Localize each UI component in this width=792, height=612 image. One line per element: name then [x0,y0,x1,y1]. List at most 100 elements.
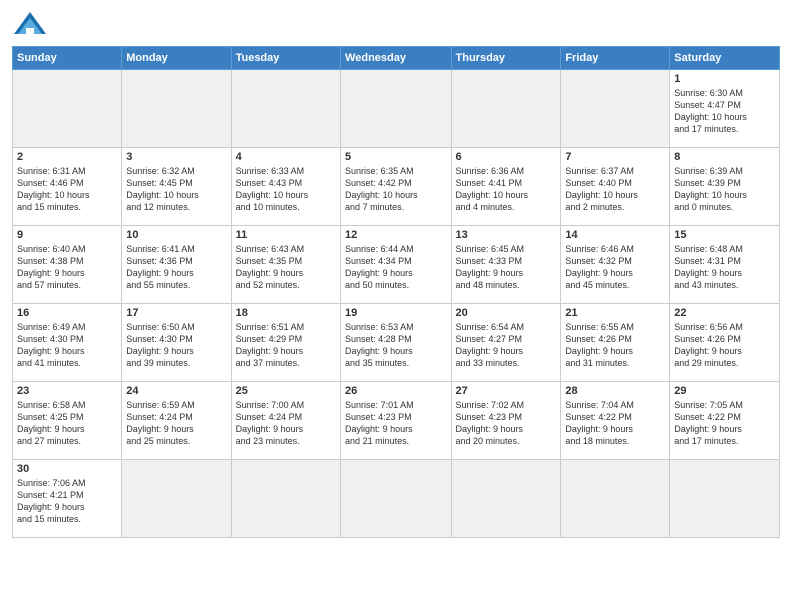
day-cell: 13 Sunrise: 6:45 AM Sunset: 4:33 PM Dayli… [451,226,561,304]
week-row-2: 9Sunrise: 6:40 AM Sunset: 4:38 PM Daylig… [13,226,780,304]
page: SundayMondayTuesdayWednesdayThursdayFrid… [0,0,792,612]
weekday-row: SundayMondayTuesdayWednesdayThursdayFrid… [13,47,780,70]
day-number: 30 [17,463,117,475]
day-number: 7 [565,151,665,163]
day-cell: 25 Sunrise: 7:00 AM Sunset: 4:24 PM Dayli… [231,382,340,460]
header [12,10,780,38]
day-info: Sunrise: 6:56 AM Sunset: 4:26 PM Dayligh… [674,321,775,370]
day-number: 12 [345,229,446,241]
day-cell: 6 Sunrise: 6:36 AM Sunset: 4:41 PM Daylig… [451,148,561,226]
day-info: Sunrise: 6:35 AM Sunset: 4:42 PM Dayligh… [345,165,446,214]
weekday-header-sunday: Sunday [13,47,122,70]
day-info: Sunrise: 6:36 AM Sunset: 4:41 PM Dayligh… [456,165,557,214]
week-row-5: 30Sunrise: 7:06 AM Sunset: 4:21 PM Dayli… [13,460,780,538]
day-cell: 24Sunrise: 6:59 AM Sunset: 4:24 PM Dayli… [122,382,231,460]
day-info: Sunrise: 6:58 AM Sunset: 4:25 PM Dayligh… [17,399,117,448]
day-number: 29 [674,385,775,397]
day-number: 3 [126,151,226,163]
day-cell: 1Sunrise: 6:30 AM Sunset: 4:47 PM Daylig… [670,70,780,148]
weekday-header-thursday: Thursday [451,47,561,70]
day-cell: 26 Sunrise: 7:01 AM Sunset: 4:23 PM Dayli… [341,382,451,460]
day-number: 14 [565,229,665,241]
day-cell: 22 Sunrise: 6:56 AM Sunset: 4:26 PM Dayli… [670,304,780,382]
day-cell: 8 Sunrise: 6:39 AM Sunset: 4:39 PM Daylig… [670,148,780,226]
day-info: Sunrise: 6:31 AM Sunset: 4:46 PM Dayligh… [17,165,117,214]
calendar: SundayMondayTuesdayWednesdayThursdayFrid… [12,46,780,538]
day-number: 27 [456,385,557,397]
weekday-header-friday: Friday [561,47,670,70]
day-number: 18 [236,307,336,319]
day-cell: 21Sunrise: 6:55 AM Sunset: 4:26 PM Dayli… [561,304,670,382]
day-number: 9 [17,229,117,241]
day-number: 2 [17,151,117,163]
day-info: Sunrise: 6:49 AM Sunset: 4:30 PM Dayligh… [17,321,117,370]
day-number: 16 [17,307,117,319]
logo [12,10,52,38]
day-cell: 18 Sunrise: 6:51 AM Sunset: 4:29 PM Dayli… [231,304,340,382]
day-number: 5 [345,151,446,163]
day-info: Sunrise: 6:39 AM Sunset: 4:39 PM Dayligh… [674,165,775,214]
day-number: 19 [345,307,446,319]
day-cell: 4Sunrise: 6:33 AM Sunset: 4:43 PM Daylig… [231,148,340,226]
day-number: 8 [674,151,775,163]
day-cell [122,70,231,148]
week-row-0: 1Sunrise: 6:30 AM Sunset: 4:47 PM Daylig… [13,70,780,148]
day-cell: 29 Sunrise: 7:05 AM Sunset: 4:22 PM Dayli… [670,382,780,460]
day-cell: 23 Sunrise: 6:58 AM Sunset: 4:25 PM Dayli… [13,382,122,460]
day-number: 6 [456,151,557,163]
day-cell: 17 Sunrise: 6:50 AM Sunset: 4:30 PM Dayli… [122,304,231,382]
day-info: Sunrise: 7:01 AM Sunset: 4:23 PM Dayligh… [345,399,446,448]
day-cell: 16 Sunrise: 6:49 AM Sunset: 4:30 PM Dayli… [13,304,122,382]
day-info: Sunrise: 6:44 AM Sunset: 4:34 PM Dayligh… [345,243,446,292]
day-cell [231,70,340,148]
day-cell: 20 Sunrise: 6:54 AM Sunset: 4:27 PM Dayli… [451,304,561,382]
day-number: 20 [456,307,557,319]
week-row-3: 16 Sunrise: 6:49 AM Sunset: 4:30 PM Dayli… [13,304,780,382]
day-info: Sunrise: 6:54 AM Sunset: 4:27 PM Dayligh… [456,321,557,370]
day-info: Sunrise: 6:33 AM Sunset: 4:43 PM Dayligh… [236,165,336,214]
day-cell: 2 Sunrise: 6:31 AM Sunset: 4:46 PM Daylig… [13,148,122,226]
day-cell: 19Sunrise: 6:53 AM Sunset: 4:28 PM Dayli… [341,304,451,382]
day-info: Sunrise: 7:02 AM Sunset: 4:23 PM Dayligh… [456,399,557,448]
day-info: Sunrise: 7:05 AM Sunset: 4:22 PM Dayligh… [674,399,775,448]
day-number: 13 [456,229,557,241]
weekday-header-tuesday: Tuesday [231,47,340,70]
weekday-header-saturday: Saturday [670,47,780,70]
day-cell [122,460,231,538]
day-cell: 7Sunrise: 6:37 AM Sunset: 4:40 PM Daylig… [561,148,670,226]
day-info: Sunrise: 6:50 AM Sunset: 4:30 PM Dayligh… [126,321,226,370]
day-number: 22 [674,307,775,319]
day-number: 17 [126,307,226,319]
day-cell: 14 Sunrise: 6:46 AM Sunset: 4:32 PM Dayli… [561,226,670,304]
day-cell [231,460,340,538]
day-cell: 12 Sunrise: 6:44 AM Sunset: 4:34 PM Dayli… [341,226,451,304]
day-cell: 9Sunrise: 6:40 AM Sunset: 4:38 PM Daylig… [13,226,122,304]
day-number: 15 [674,229,775,241]
weekday-header-monday: Monday [122,47,231,70]
day-info: Sunrise: 6:51 AM Sunset: 4:29 PM Dayligh… [236,321,336,370]
day-number: 23 [17,385,117,397]
day-info: Sunrise: 7:04 AM Sunset: 4:22 PM Dayligh… [565,399,665,448]
logo-icon [12,10,48,38]
day-cell: 30Sunrise: 7:06 AM Sunset: 4:21 PM Dayli… [13,460,122,538]
day-cell [13,70,122,148]
day-cell [451,460,561,538]
calendar-body: 1Sunrise: 6:30 AM Sunset: 4:47 PM Daylig… [13,70,780,538]
weekday-header-wednesday: Wednesday [341,47,451,70]
day-info: Sunrise: 7:00 AM Sunset: 4:24 PM Dayligh… [236,399,336,448]
day-cell: 11Sunrise: 6:43 AM Sunset: 4:35 PM Dayli… [231,226,340,304]
day-number: 28 [565,385,665,397]
day-info: Sunrise: 6:45 AM Sunset: 4:33 PM Dayligh… [456,243,557,292]
day-number: 25 [236,385,336,397]
day-cell [670,460,780,538]
day-cell: 3 Sunrise: 6:32 AM Sunset: 4:45 PM Daylig… [122,148,231,226]
day-number: 10 [126,229,226,241]
day-cell [451,70,561,148]
day-number: 26 [345,385,446,397]
day-info: Sunrise: 6:55 AM Sunset: 4:26 PM Dayligh… [565,321,665,370]
day-number: 11 [236,229,336,241]
day-info: Sunrise: 6:46 AM Sunset: 4:32 PM Dayligh… [565,243,665,292]
week-row-1: 2 Sunrise: 6:31 AM Sunset: 4:46 PM Daylig… [13,148,780,226]
day-info: Sunrise: 6:32 AM Sunset: 4:45 PM Dayligh… [126,165,226,214]
day-cell: 27 Sunrise: 7:02 AM Sunset: 4:23 PM Dayli… [451,382,561,460]
